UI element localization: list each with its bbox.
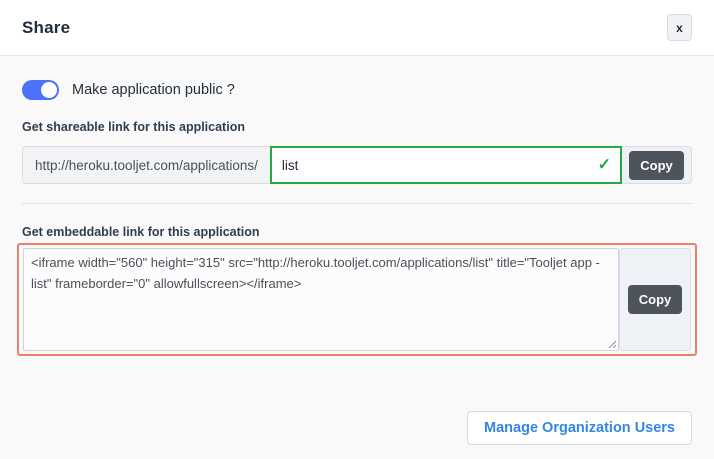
public-toggle-label: Make application public ? <box>72 82 235 98</box>
section-divider <box>22 203 692 204</box>
public-toggle-row: Make application public ? <box>22 80 692 100</box>
toggle-knob-icon <box>41 82 57 98</box>
embed-copy-cell: Copy <box>619 248 691 351</box>
slug-input[interactable] <box>270 146 622 184</box>
close-icon: x <box>676 21 683 35</box>
slug-input-wrap: ✓ <box>270 146 622 184</box>
public-toggle[interactable] <box>22 80 59 100</box>
shareable-link-group: http://heroku.tooljet.com/applications/ … <box>22 146 692 184</box>
shareable-copy-cell: Copy <box>622 146 692 184</box>
embed-highlight-box: <iframe width="560" height="315" src="ht… <box>17 243 697 356</box>
url-prefix: http://heroku.tooljet.com/applications/ <box>22 146 270 184</box>
close-button[interactable]: x <box>667 14 692 41</box>
share-modal: Share x Make application public ? Get sh… <box>0 0 714 445</box>
modal-body: Make application public ? Get shareable … <box>0 56 714 445</box>
embed-copy-button[interactable]: Copy <box>628 285 683 314</box>
shareable-copy-button[interactable]: Copy <box>629 151 684 180</box>
modal-footer: Manage Organization Users <box>22 411 692 445</box>
embed-code-wrap: <iframe width="560" height="315" src="ht… <box>23 248 619 351</box>
modal-title: Share <box>22 18 70 38</box>
embed-code-textarea[interactable]: <iframe width="560" height="315" src="ht… <box>23 248 619 351</box>
modal-header: Share x <box>0 0 714 56</box>
embeddable-link-label: Get embeddable link for this application <box>22 225 692 239</box>
manage-organization-users-button[interactable]: Manage Organization Users <box>467 411 692 445</box>
shareable-link-label: Get shareable link for this application <box>22 120 692 134</box>
